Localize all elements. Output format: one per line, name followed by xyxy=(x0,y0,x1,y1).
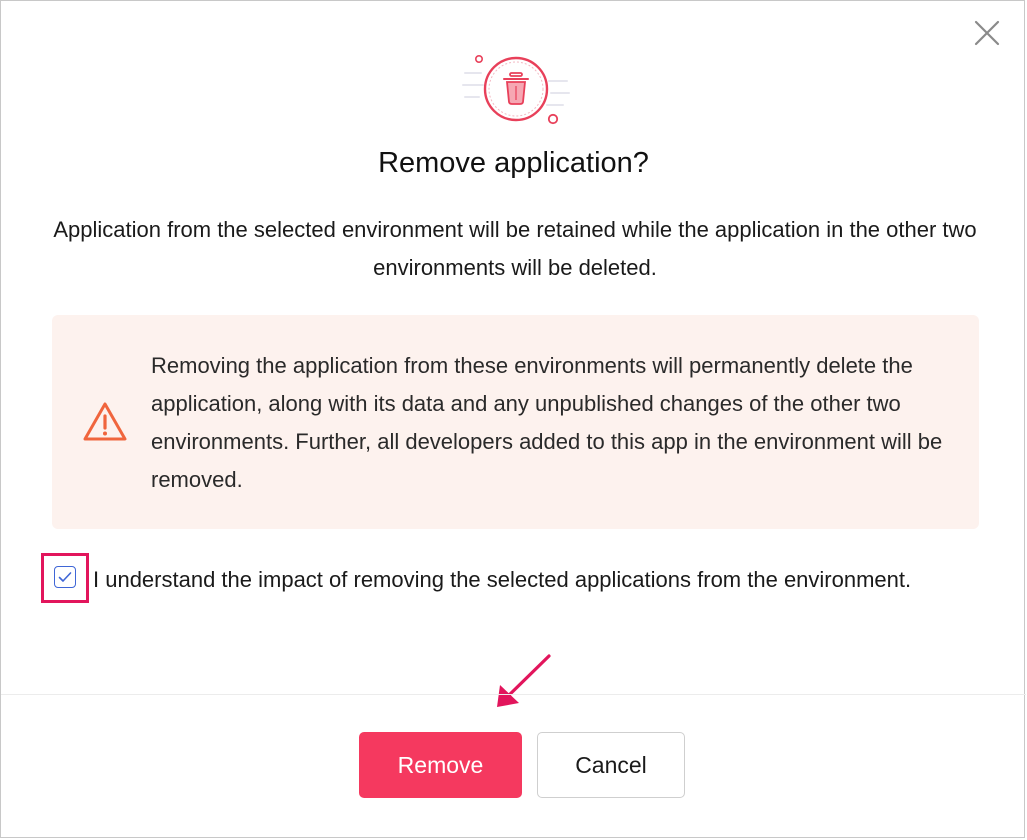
consent-checkbox-highlight[interactable] xyxy=(41,553,89,603)
trash-icon xyxy=(462,55,570,125)
consent-checkbox[interactable] xyxy=(54,566,76,588)
warning-triangle-icon xyxy=(83,402,127,441)
remove-button[interactable]: Remove xyxy=(359,732,522,798)
footer-divider xyxy=(1,694,1026,695)
warning-text: Removing the application from these envi… xyxy=(151,353,943,492)
close-button[interactable] xyxy=(969,15,1005,51)
close-icon xyxy=(974,20,1000,46)
consent-label[interactable]: I understand the impact of removing the … xyxy=(93,561,953,598)
dialog-description: Application from the selected environmen… xyxy=(53,217,977,280)
warning-box: Removing the application from these envi… xyxy=(52,315,979,529)
cancel-button[interactable]: Cancel xyxy=(537,732,685,798)
checkmark-icon xyxy=(58,572,72,582)
annotation-arrow-icon xyxy=(497,654,551,707)
dialog-title: Remove application? xyxy=(378,147,649,179)
remove-application-dialog: Remove application? Application from the… xyxy=(0,0,1026,838)
